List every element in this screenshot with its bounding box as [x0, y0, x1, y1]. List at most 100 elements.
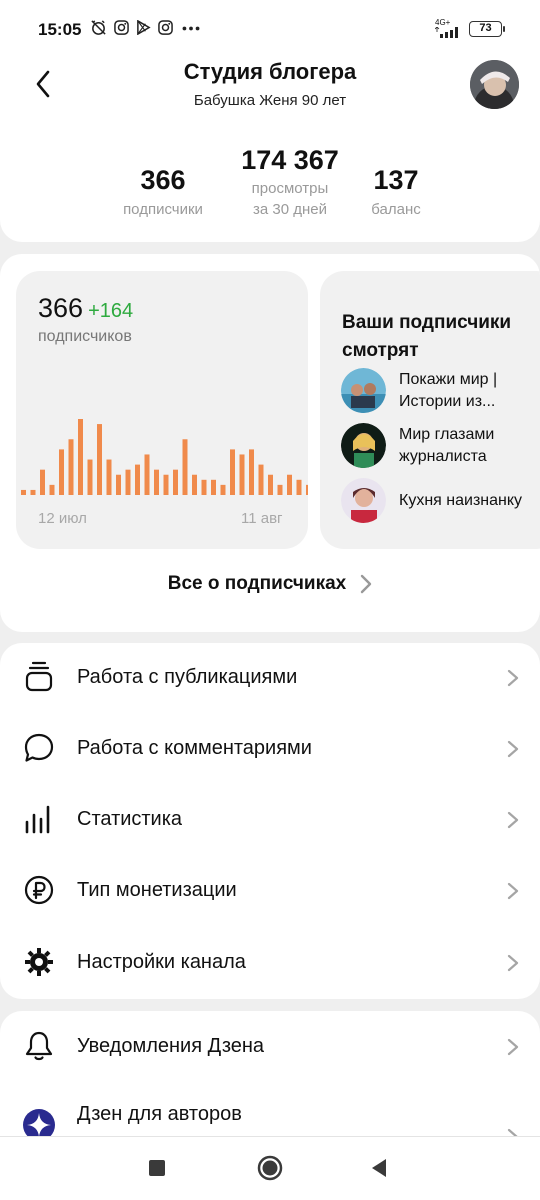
- subscribers-total: 366: [38, 293, 84, 323]
- stat-label: подписчики: [123, 201, 203, 218]
- comment-icon: [24, 733, 54, 762]
- chart-bar: [239, 454, 245, 495]
- subscribers-count: 366 +164: [38, 293, 133, 324]
- battery-icon: 73: [469, 21, 505, 37]
- channel-avatar[interactable]: [470, 60, 519, 109]
- chart-bar: [30, 489, 36, 495]
- chart-bar: [78, 419, 83, 495]
- avatar-image: [470, 60, 519, 109]
- menu-item-zen-notifications[interactable]: Уведомления Дзена: [0, 1012, 540, 1082]
- stat-balance[interactable]: 137 баланс: [356, 165, 436, 220]
- subscribers-watch-card[interactable]: Ваши подписчики смотрят Покажи мир | Ист…: [320, 271, 540, 549]
- chart-bar: [211, 479, 216, 495]
- chart-bar: [268, 474, 273, 495]
- home-icon[interactable]: [257, 1155, 283, 1181]
- all-subscribers-link[interactable]: Все о подписчиках: [0, 573, 540, 595]
- viewer-channel[interactable]: Покажи мир | Истории из...: [341, 368, 540, 413]
- gear-icon: [25, 948, 53, 976]
- chart-bar: [144, 454, 150, 495]
- chart-x-end: 11 авг: [241, 510, 283, 527]
- stat-label: просмотры: [251, 180, 329, 197]
- status-right: 4G+ 73: [434, 18, 505, 40]
- subscribers-bar-chart: [21, 419, 308, 495]
- ruble-icon: [24, 875, 54, 905]
- subscribers-section: 366 +164 подписчиков 12 июл 11 авг Ваши п…: [0, 254, 540, 632]
- system-navigation-bar: [0, 1136, 540, 1200]
- viewer-channel-name: Покажи мир | Истории из...: [399, 370, 498, 410]
- chart-bar: [21, 489, 26, 495]
- studio-menu: Работа с публикациями Работа с комментар…: [0, 643, 540, 999]
- chart-bar: [87, 459, 93, 495]
- channel-avatar-icon: [341, 423, 386, 468]
- chart-bar: [40, 469, 45, 495]
- channel-avatar-icon: [341, 478, 386, 523]
- chart-bar: [249, 449, 254, 495]
- chart-bar: [97, 424, 102, 495]
- chart-bar: [201, 479, 207, 495]
- chevron-right-icon: [361, 574, 372, 594]
- chevron-right-icon: [507, 954, 519, 972]
- signal-icon: [434, 26, 458, 38]
- viewer-channel-name: Мир глазами журналиста: [399, 425, 495, 465]
- chart-bar: [59, 449, 64, 495]
- chart-bar: [287, 474, 292, 495]
- viewers-title: Ваши подписчики смотрят: [342, 312, 512, 361]
- menu-item-label: Тип монетизации: [77, 879, 237, 901]
- play-store-icon: [137, 20, 151, 35]
- chevron-right-icon: [507, 740, 519, 758]
- menu-item-label: Уведомления Дзена: [77, 1035, 265, 1057]
- status-bar: 15:05 4G+ 73: [0, 0, 540, 58]
- all-subscribers-label: Все о подписчиках: [167, 573, 347, 594]
- chart-x-start: 12 июл: [38, 510, 87, 527]
- menu-item-publications[interactable]: Работа с публикациями: [0, 643, 540, 713]
- chart-bar: [277, 484, 283, 495]
- chart-bar: [116, 474, 121, 495]
- subscribers-label: подписчиков: [38, 328, 132, 345]
- status-time: 15:05: [38, 20, 82, 39]
- viewer-channel[interactable]: Мир глазами журналиста: [341, 423, 540, 468]
- menu-item-label: Дзен для авторов: [77, 1103, 242, 1125]
- chart-bar: [106, 459, 112, 495]
- network-type: 4G+: [435, 18, 451, 27]
- chart-bar: [135, 464, 140, 495]
- chart-bar: [173, 469, 178, 495]
- subscribers-delta: +164: [88, 300, 134, 322]
- alarm-off-icon: [91, 20, 106, 35]
- recent-apps-icon[interactable]: [148, 1159, 166, 1177]
- chevron-right-icon: [507, 882, 519, 900]
- signal-indicator: 4G+: [434, 18, 461, 40]
- page-title: Студия блогера: [183, 59, 357, 84]
- chart-bar: [230, 449, 235, 495]
- stat-subscribers[interactable]: 366 подписчики: [113, 165, 213, 220]
- chart-bar: [306, 484, 308, 495]
- menu-item-comments[interactable]: Работа с комментариями: [0, 714, 540, 784]
- stat-views[interactable]: 174 367 просмотры за 30 дней: [230, 145, 350, 220]
- menu-item-monetization[interactable]: Тип монетизации: [0, 856, 540, 926]
- viewer-channel[interactable]: Кухня наизнанку: [341, 478, 540, 523]
- instagram-icon: [114, 20, 129, 35]
- back-triangle-icon[interactable]: [370, 1158, 388, 1178]
- chart-bar: [163, 474, 169, 495]
- menu-item-statistics[interactable]: Статистика: [0, 785, 540, 855]
- instagram-icon: [158, 20, 173, 35]
- chart-bar: [192, 474, 197, 495]
- chart-bar: [182, 439, 188, 495]
- subscribers-chart-card[interactable]: 366 +164 подписчиков 12 июл 11 авг: [16, 271, 308, 549]
- channel-name: Бабушка Женя 90 лет: [193, 92, 347, 109]
- menu-item-label: Работа с публикациями: [77, 666, 298, 688]
- chevron-right-icon: [507, 811, 519, 829]
- more-icon: [182, 26, 200, 31]
- viewer-channel-name: Кухня наизнанку: [399, 491, 523, 509]
- chart-bar: [258, 464, 264, 495]
- chart-bar: [125, 469, 131, 495]
- chevron-right-icon: [507, 669, 519, 687]
- channel-avatar-icon: [341, 368, 386, 413]
- statistics-icon: [25, 805, 50, 834]
- menu-item-channel-settings[interactable]: Настройки канала: [0, 928, 540, 998]
- chevron-right-icon: [507, 1038, 519, 1056]
- menu-item-label: Работа с комментариями: [77, 737, 312, 759]
- stat-value: 174 367: [241, 145, 339, 175]
- publications-icon: [25, 661, 53, 692]
- stat-value: 366: [140, 165, 186, 195]
- stat-label-period: за 30 дней: [253, 201, 327, 218]
